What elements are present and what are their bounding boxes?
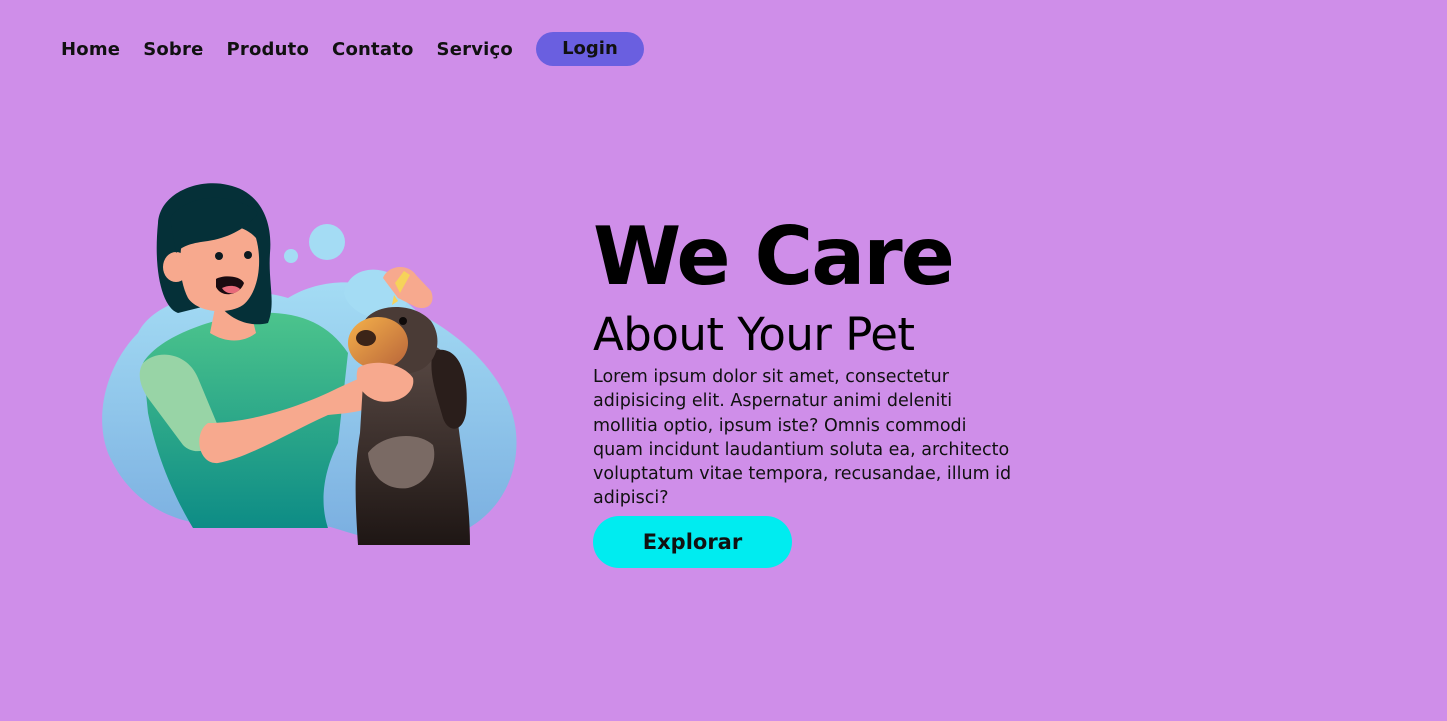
top-navigation: Home Sobre Produto Contato Serviço Login (61, 32, 644, 66)
explore-button[interactable]: Explorar (593, 515, 792, 568)
nav-link-contato[interactable]: Contato (332, 39, 414, 60)
hero-description: Lorem ipsum dolor sit amet, consectetur … (593, 367, 1012, 509)
nav-link-home[interactable]: Home (61, 39, 120, 60)
hero-section: We Care About Your Pet Lorem ipsum dolor… (593, 212, 1023, 568)
hero-subtitle: About Your Pet (593, 308, 915, 361)
nav-link-servico[interactable]: Serviço (437, 39, 513, 60)
woman-with-dog-illustration (102, 183, 517, 545)
nav-link-produto[interactable]: Produto (227, 39, 310, 60)
nav-link-sobre[interactable]: Sobre (143, 39, 203, 60)
hero-title: We Care (593, 210, 955, 303)
login-button[interactable]: Login (535, 32, 644, 66)
hero-illustration (98, 183, 523, 548)
